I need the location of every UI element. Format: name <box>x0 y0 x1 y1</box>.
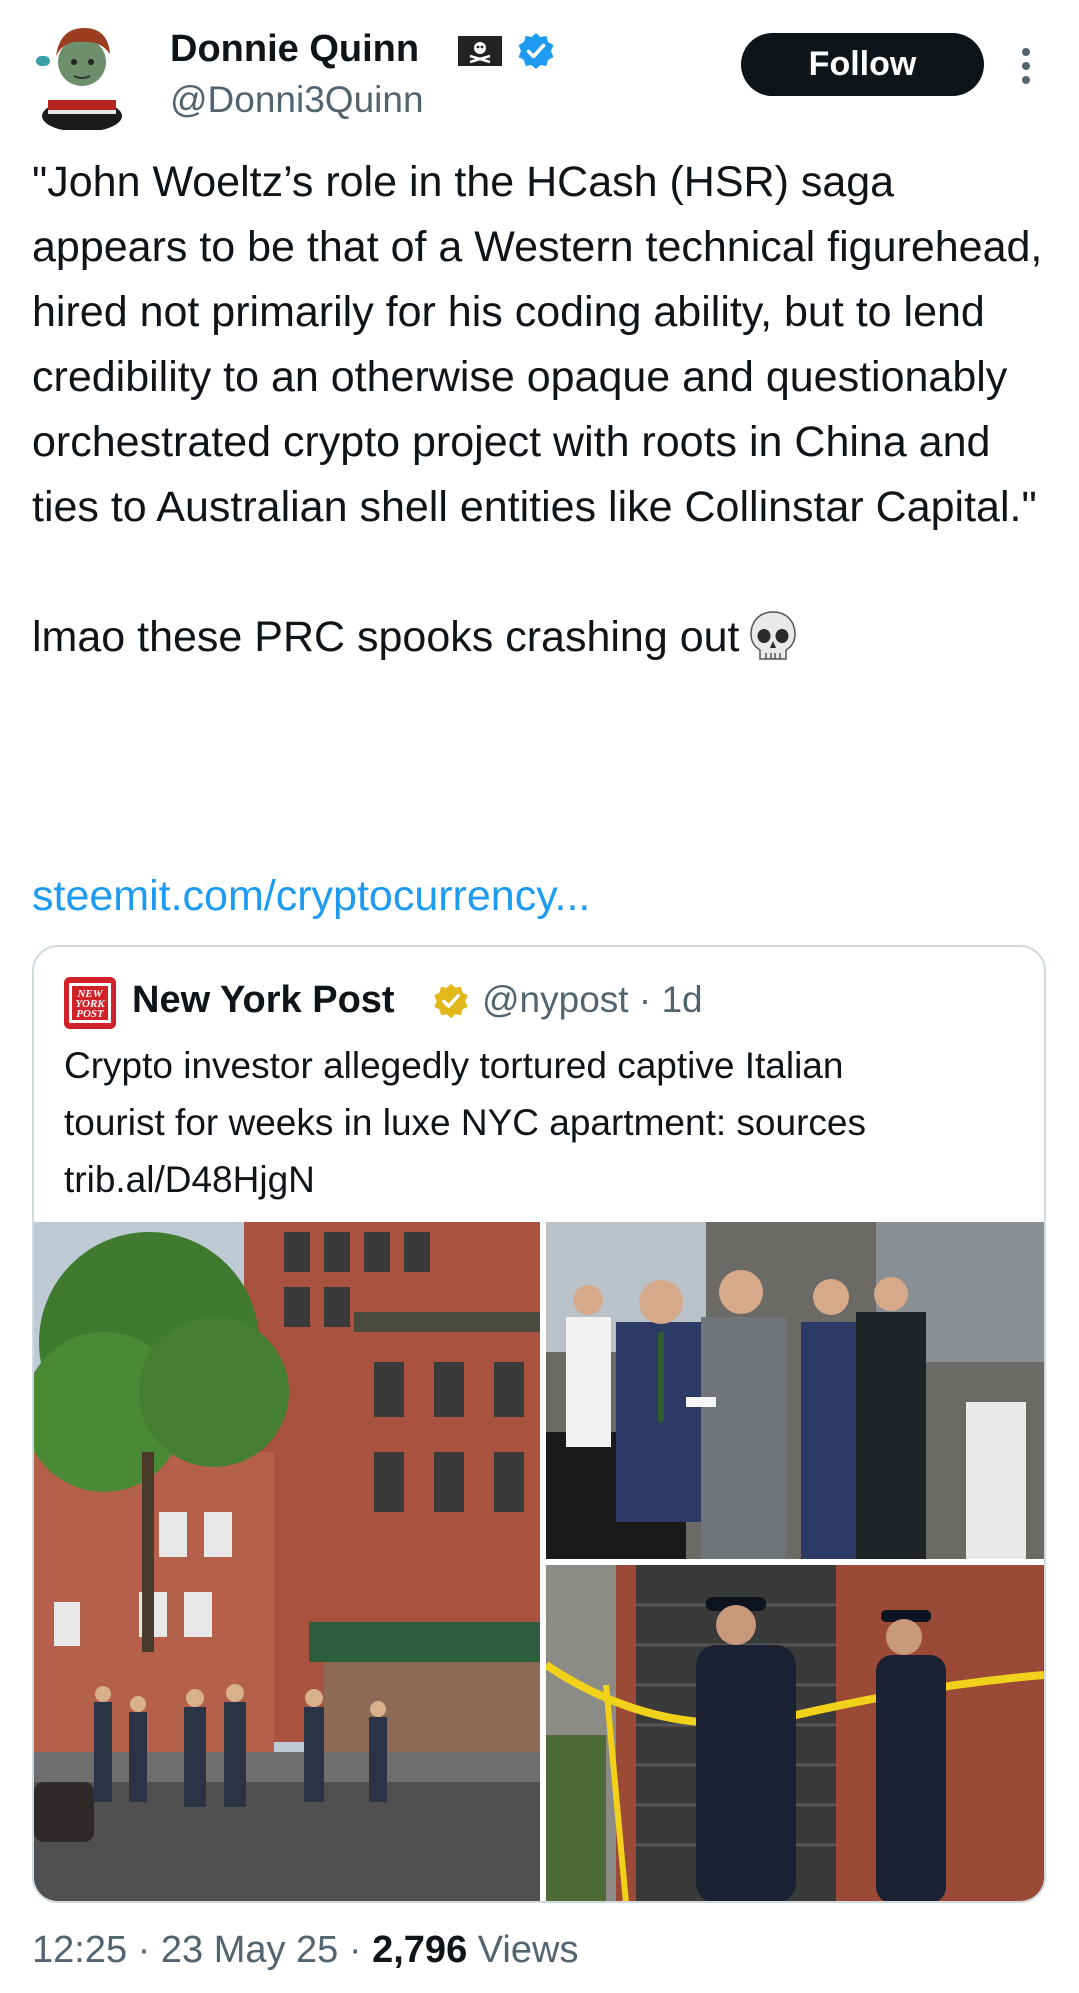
more-options-icon[interactable] <box>1016 44 1036 88</box>
quoted-age: 1d <box>661 979 703 1020</box>
author-handle[interactable]: @Donni3Quinn <box>170 76 424 124</box>
quoted-tweet-text: Crypto investor allegedly tortured capti… <box>64 1037 1024 1208</box>
quoted-link[interactable]: trib.al/D48HjgN <box>64 1151 1024 1208</box>
svg-text:POST: POST <box>76 1008 105 1020</box>
brick-building-street-photo[interactable] <box>34 1222 540 1901</box>
tweet-comment-paragraph: lmao these PRC spooks crashing out <box>32 605 1052 670</box>
nypost-logo-avatar[interactable]: NEW YORK POST <box>64 977 116 1029</box>
meta-separator: · <box>348 1929 362 1971</box>
quoted-tweet-card[interactable]: NEW YORK POST New York Post @nypost · 1d… <box>32 945 1046 1903</box>
quoted-media-grid <box>34 1222 1044 1901</box>
tweet-time[interactable]: 12:25 <box>32 1929 127 1971</box>
tweet-link[interactable]: steemit.com/cryptocurrency... <box>32 866 590 926</box>
tweet-text: "John Woeltz’s role in the HCash (HSR) s… <box>32 150 1052 670</box>
tweet-comment-text: lmao these PRC spooks crashing out <box>32 613 740 661</box>
quoted-text-line: Crypto investor allegedly tortured capti… <box>64 1045 844 1086</box>
tweet-date[interactable]: 23 May 25 <box>161 1929 338 1971</box>
quoted-meta: @nypost · 1d <box>482 971 703 1029</box>
police-stoop-crime-tape-photo[interactable] <box>546 1565 1044 1901</box>
tweet-quote-paragraph: "John Woeltz’s role in the HCash (HSR) s… <box>32 158 1043 531</box>
quoted-author-handle[interactable]: @nypost <box>482 979 629 1020</box>
meta-separator: · <box>137 1929 151 1971</box>
skull-icon <box>747 609 799 665</box>
views-label: Views <box>477 1929 579 1971</box>
views-count: 2,796 <box>372 1929 468 1971</box>
follow-button[interactable]: Follow <box>741 33 984 96</box>
quoted-author-name[interactable]: New York Post <box>132 971 395 1029</box>
pirate-flag-icon <box>458 36 502 66</box>
avatar[interactable] <box>34 18 130 130</box>
tweet-meta-footer: 12:25 · 23 May 25 · 2,796 Views <box>32 1923 578 1977</box>
gold-verified-badge-icon <box>432 982 470 1020</box>
verified-badge-icon <box>516 31 556 71</box>
quoted-text-line: tourist for weeks in luxe NYC apartment:… <box>64 1102 866 1143</box>
author-display-name[interactable]: Donnie Quinn <box>170 24 419 74</box>
officials-conferring-photo[interactable] <box>546 1222 1044 1559</box>
meta-separator: · <box>638 979 652 1020</box>
